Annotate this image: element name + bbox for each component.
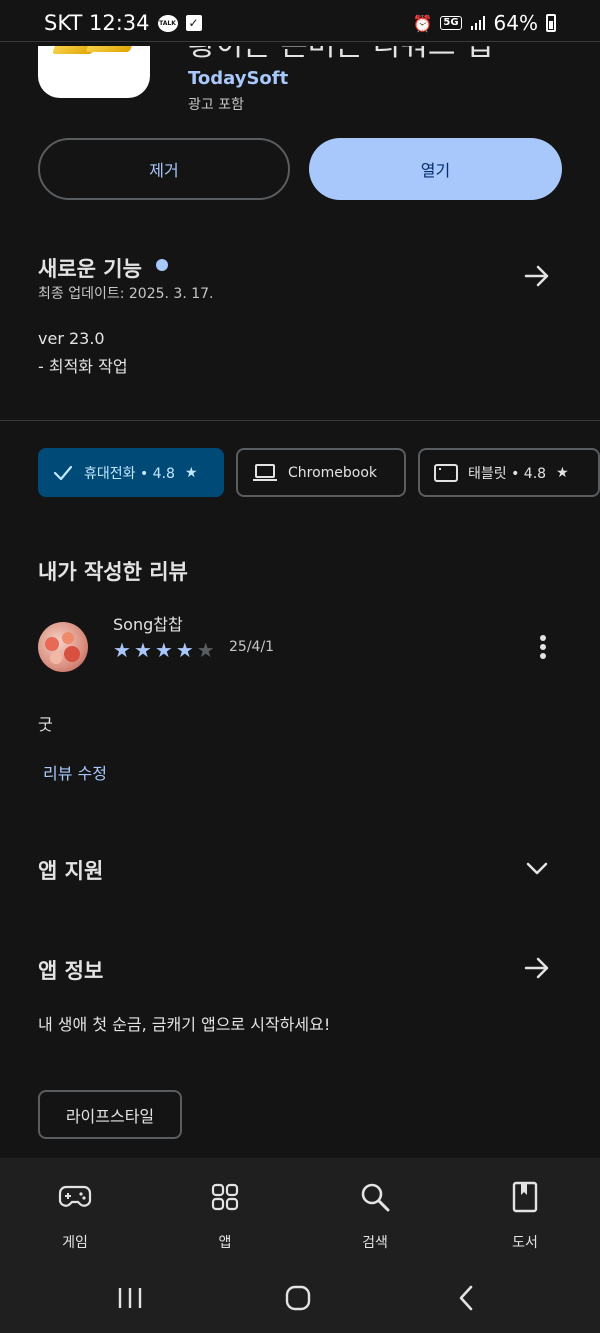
chevron-down-icon[interactable] [524, 855, 550, 881]
star-icon: ★ [184, 464, 198, 481]
uninstall-button[interactable]: 제거 [38, 138, 290, 200]
bottom-navigation: 게임 앱 검색 도서 [0, 1158, 600, 1262]
whats-new-title[interactable]: 새로운 기능 [38, 253, 142, 283]
open-button[interactable]: 열기 [309, 138, 562, 200]
chip-tablet-label: 태블릿 • 4.8 [468, 465, 547, 482]
app-info-title[interactable]: 앱 정보 [38, 955, 103, 985]
nav-apps-label: 앱 [218, 1235, 232, 1251]
laptop-icon [253, 463, 277, 481]
review-text: 굿 [38, 715, 53, 734]
chip-tablet[interactable]: 태블릿 • 4.8 ★ [418, 448, 600, 497]
review-date: 25/4/1 [229, 639, 275, 655]
status-right: ⏰ 5G 64% [412, 11, 556, 35]
new-indicator-dot [156, 259, 168, 271]
chip-phone[interactable]: 휴대전화 • 4.8 ★ [38, 448, 224, 497]
home-icon[interactable] [278, 1278, 318, 1318]
more-options-icon[interactable] [534, 632, 552, 662]
nav-books[interactable]: 도서 [475, 1158, 575, 1262]
signal-icon [470, 16, 485, 30]
my-review-title: 내가 작성한 리뷰 [38, 560, 188, 584]
carrier-time: SKT 12:34 [44, 11, 150, 35]
kakaotalk-icon: TALK [157, 14, 178, 32]
app-info-arrow-icon[interactable] [523, 954, 551, 982]
status-left: SKT 12:34 TALK ✓ [44, 11, 202, 35]
section-divider [0, 420, 600, 421]
tablet-icon [434, 463, 458, 482]
app-description: 내 생애 첫 순금, 금캐기 앱으로 시작하세요! [38, 1015, 331, 1034]
version-text: ver 23.0 [38, 329, 105, 348]
nav-search-label: 검색 [362, 1235, 388, 1251]
star-icon: ★ [556, 464, 569, 481]
nav-apps[interactable]: 앱 [175, 1158, 275, 1262]
status-bar: SKT 12:34 TALK ✓ ⏰ 5G 64% [0, 0, 600, 46]
alarm-icon: ⏰ [412, 13, 433, 33]
nav-games-label: 게임 [62, 1235, 88, 1251]
category-chip[interactable]: 라이프스타일 [38, 1090, 182, 1139]
contains-ads-label: 광고 포함 [188, 97, 244, 113]
apps-grid-icon [208, 1180, 242, 1214]
developer-link[interactable]: TodaySoft [188, 68, 288, 89]
recent-apps-icon[interactable] [110, 1278, 150, 1318]
review-author: Song찹찹 [113, 615, 183, 634]
edit-review-link[interactable]: 리뷰 수정 [43, 760, 107, 784]
check-icon [53, 465, 73, 480]
header-divider [0, 41, 600, 42]
chip-chromebook[interactable]: Chromebook [236, 448, 406, 497]
network-5g-icon: 5G [440, 16, 462, 30]
battery-icon [546, 14, 556, 32]
system-navigation-bar [0, 1262, 600, 1333]
whats-new-arrow-icon[interactable] [523, 262, 551, 290]
search-icon [358, 1180, 392, 1214]
release-notes: - 최적화 작업 [38, 357, 128, 376]
star-filled-icon: ★ [133, 638, 152, 662]
avatar [38, 622, 88, 672]
battery-percent: 64% [493, 11, 538, 35]
chip-chromebook-label: Chromebook [288, 464, 378, 481]
back-icon[interactable] [446, 1278, 486, 1318]
star-filled-icon: ★ [175, 638, 194, 662]
book-icon [508, 1180, 542, 1214]
nav-games[interactable]: 게임 [25, 1158, 125, 1262]
app-support-title[interactable]: 앱 지원 [38, 855, 103, 885]
chip-phone-label: 휴대전화 • 4.8 [84, 465, 175, 482]
nav-books-label: 도서 [512, 1235, 538, 1251]
star-filled-icon: ★ [154, 638, 173, 662]
checkbox-notification-icon: ✓ [185, 15, 202, 31]
last-updated: 최종 업데이트: 2025. 3. 17. [38, 286, 214, 302]
star-empty-icon: ★ [196, 638, 215, 662]
gamepad-icon [58, 1180, 92, 1214]
review-rating: ★ ★ ★ ★ ★ [113, 638, 215, 662]
nav-search[interactable]: 검색 [325, 1158, 425, 1262]
star-filled-icon: ★ [113, 638, 131, 662]
